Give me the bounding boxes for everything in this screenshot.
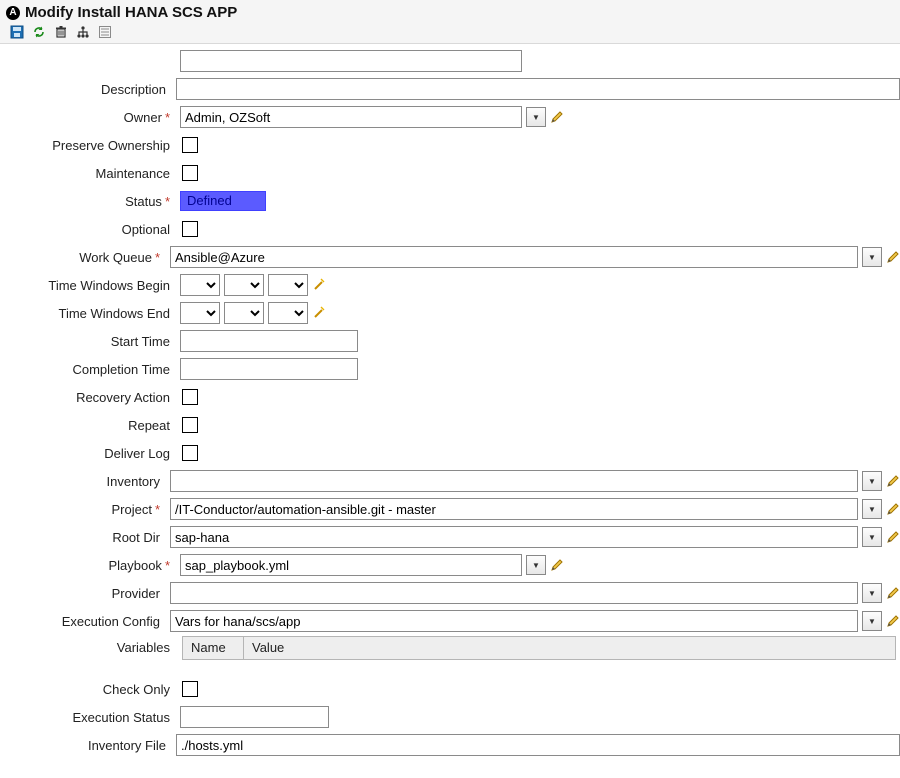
label-maintenance: Maintenance xyxy=(0,166,180,181)
inventory-file-input[interactable] xyxy=(176,734,900,756)
pencil-icon[interactable] xyxy=(550,110,564,124)
provider-picker-button[interactable]: ▼ xyxy=(862,583,882,603)
check-only-checkbox[interactable] xyxy=(182,681,198,697)
work-queue-picker-button[interactable]: ▼ xyxy=(862,247,882,267)
label-inventory: Inventory xyxy=(0,474,170,489)
pencil-icon[interactable] xyxy=(886,530,900,544)
exec-config-input[interactable] xyxy=(170,610,858,632)
tw-begin-min[interactable] xyxy=(224,274,264,296)
pencil-icon[interactable] xyxy=(886,250,900,264)
variables-table: Name Value xyxy=(182,636,896,660)
variables-col-name: Name xyxy=(183,637,244,659)
label-work-queue: Work Queue xyxy=(79,250,152,265)
preserve-ownership-checkbox[interactable] xyxy=(182,137,198,153)
toolbar xyxy=(6,25,894,41)
delete-icon[interactable] xyxy=(54,25,68,39)
label-exec-status: Execution Status xyxy=(0,710,180,725)
playbook-picker-button[interactable]: ▼ xyxy=(526,555,546,575)
label-preserve-ownership: Preserve Ownership xyxy=(0,138,180,153)
required-marker: * xyxy=(162,110,170,125)
hierarchy-icon[interactable] xyxy=(76,25,90,39)
work-queue-input[interactable] xyxy=(170,246,858,268)
recovery-action-checkbox[interactable] xyxy=(182,389,198,405)
label-start-time: Start Time xyxy=(0,334,180,349)
label-deliver-log: Deliver Log xyxy=(0,446,180,461)
label-inventory-file: Inventory File xyxy=(0,738,176,753)
wand-icon[interactable] xyxy=(312,306,326,320)
pencil-icon[interactable] xyxy=(886,502,900,516)
label-recovery-action: Recovery Action xyxy=(0,390,180,405)
tw-end-sec[interactable] xyxy=(268,302,308,324)
label-check-only: Check Only xyxy=(0,682,180,697)
project-picker-button[interactable]: ▼ xyxy=(862,499,882,519)
label-owner: Owner xyxy=(124,110,162,125)
variables-col-value: Value xyxy=(244,637,895,659)
tw-begin-sec[interactable] xyxy=(268,274,308,296)
start-time-input[interactable] xyxy=(180,330,358,352)
label-provider: Provider xyxy=(0,586,170,601)
save-icon[interactable] xyxy=(10,25,24,39)
label-playbook: Playbook xyxy=(108,558,161,573)
inventory-picker-button[interactable]: ▼ xyxy=(862,471,882,491)
pencil-icon[interactable] xyxy=(550,558,564,572)
properties-icon[interactable] xyxy=(98,25,112,39)
inventory-input[interactable] xyxy=(170,470,858,492)
tw-begin-hour[interactable] xyxy=(180,274,220,296)
root-dir-input[interactable] xyxy=(170,526,858,548)
label-repeat: Repeat xyxy=(0,418,180,433)
owner-input[interactable] xyxy=(180,106,522,128)
tw-end-min[interactable] xyxy=(224,302,264,324)
completion-time-input[interactable] xyxy=(180,358,358,380)
top-partial-input[interactable] xyxy=(180,50,522,72)
pencil-icon[interactable] xyxy=(886,586,900,600)
provider-input[interactable] xyxy=(170,582,858,604)
deliver-log-checkbox[interactable] xyxy=(182,445,198,461)
refresh-icon[interactable] xyxy=(32,25,46,39)
label-description: Description xyxy=(0,82,176,97)
header-bar: A Modify Install HANA SCS APP xyxy=(0,0,900,44)
label-exec-config: Execution Config xyxy=(0,614,170,629)
ansible-icon: A xyxy=(6,6,20,20)
exec-config-picker-button[interactable]: ▼ xyxy=(862,611,882,631)
label-tw-begin: Time Windows Begin xyxy=(0,278,180,293)
form-body: Description Owner* ▼ Preserve Ownership … xyxy=(0,44,900,778)
label-variables: Variables xyxy=(0,636,180,655)
label-completion-time: Completion Time xyxy=(0,362,180,377)
status-value[interactable]: Defined xyxy=(180,191,266,211)
root-dir-picker-button[interactable]: ▼ xyxy=(862,527,882,547)
label-status: Status xyxy=(125,194,162,209)
label-root-dir: Root Dir xyxy=(0,530,170,545)
project-input[interactable] xyxy=(170,498,858,520)
label-project: Project xyxy=(111,502,151,517)
owner-picker-button[interactable]: ▼ xyxy=(526,107,546,127)
maintenance-checkbox[interactable] xyxy=(182,165,198,181)
exec-status-input[interactable] xyxy=(180,706,329,728)
page-title: Modify Install HANA SCS APP xyxy=(25,4,237,21)
description-input[interactable] xyxy=(176,78,900,100)
optional-checkbox[interactable] xyxy=(182,221,198,237)
label-tw-end: Time Windows End xyxy=(0,306,180,321)
playbook-input[interactable] xyxy=(180,554,522,576)
repeat-checkbox[interactable] xyxy=(182,417,198,433)
tw-end-hour[interactable] xyxy=(180,302,220,324)
label-optional: Optional xyxy=(0,222,180,237)
wand-icon[interactable] xyxy=(312,278,326,292)
pencil-icon[interactable] xyxy=(886,474,900,488)
pencil-icon[interactable] xyxy=(886,614,900,628)
